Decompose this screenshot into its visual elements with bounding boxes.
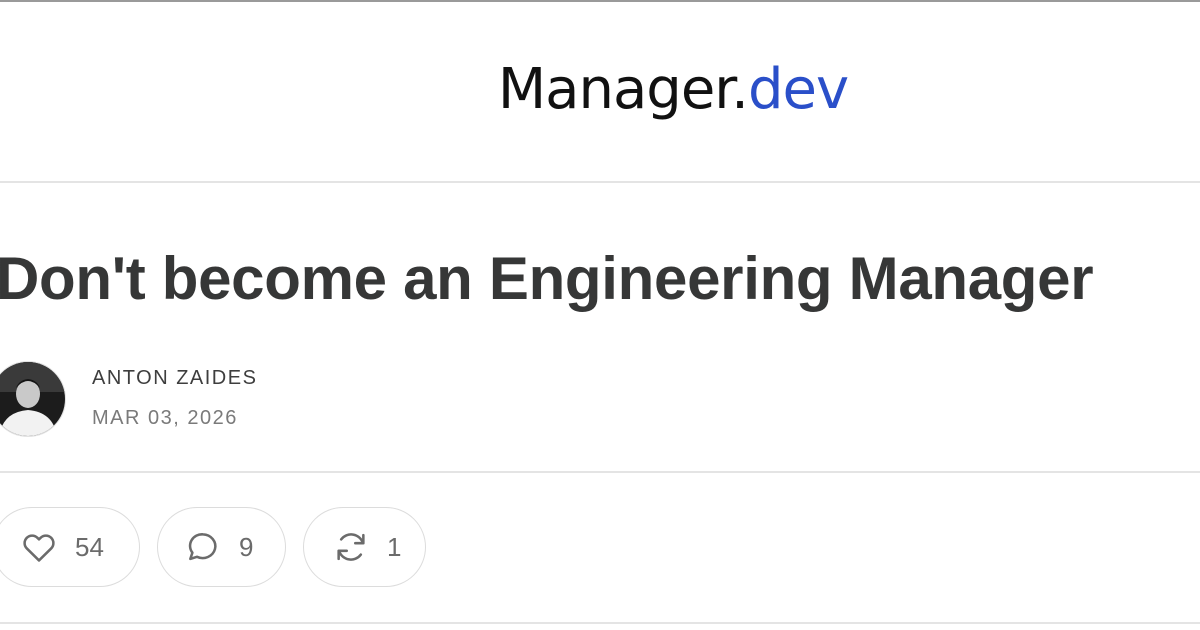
logo-name-accent: dev — [747, 57, 849, 122]
byline-divider — [0, 471, 1200, 473]
speech-bubble-icon — [183, 527, 223, 567]
heart-icon — [19, 527, 59, 567]
restack-count: 1 — [387, 531, 402, 562]
masthead: Manager. dev — [0, 2, 1200, 182]
header-divider — [0, 181, 1200, 183]
refresh-arrows-icon — [331, 527, 371, 567]
footer-divider — [0, 622, 1200, 624]
like-count: 54 — [75, 531, 104, 562]
post-date: MAR 03, 2026 — [92, 407, 238, 429]
logo-name-main: Manager. — [497, 57, 749, 122]
like-button[interactable]: 54 — [0, 507, 140, 587]
author-name[interactable]: ANTON ZAIDES — [92, 367, 257, 390]
restack-button[interactable]: 1 — [303, 507, 426, 587]
avatar-photo-icon — [0, 362, 65, 436]
comment-count: 9 — [239, 531, 254, 562]
publication-logo[interactable]: Manager. dev — [497, 57, 849, 122]
comment-button[interactable]: 9 — [157, 507, 286, 587]
post-title: Don't become an Engineering Manager — [0, 245, 1094, 312]
author-avatar[interactable] — [0, 361, 66, 437]
